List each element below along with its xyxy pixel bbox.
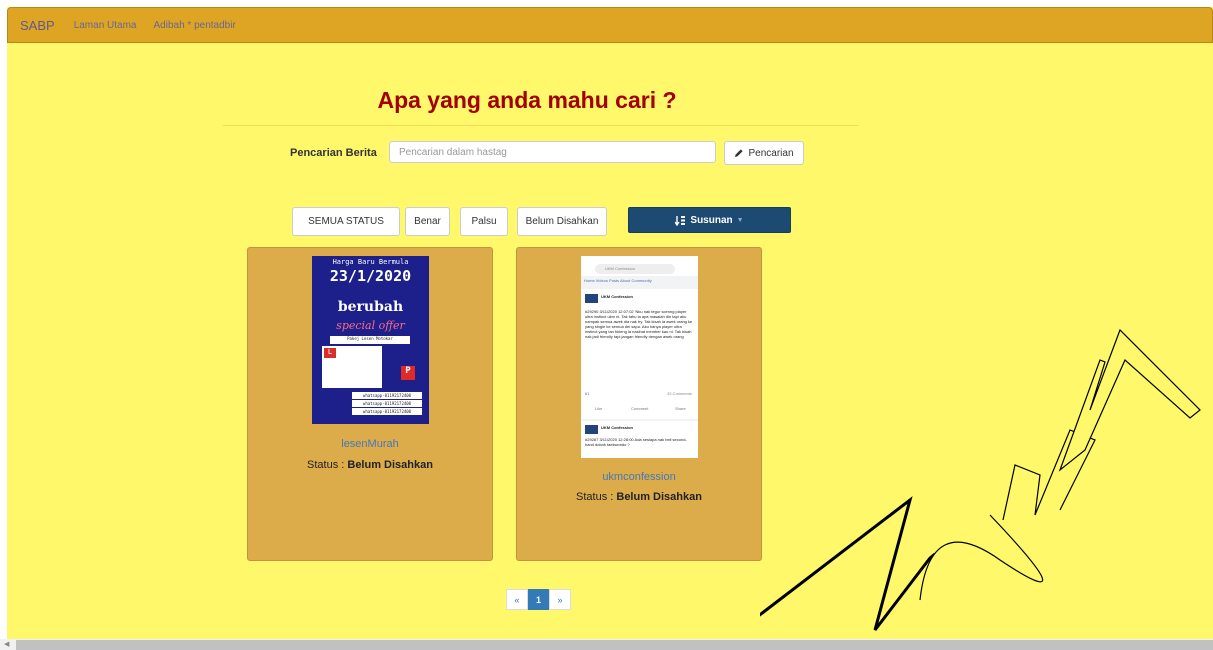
filter-true-button[interactable]: Benar [405,207,450,236]
thumb-text: Harga Baru Bermula [332,258,409,266]
thumb-text: Home Videos Posts About Community [584,278,652,283]
status-value: Belum Disahkan [347,459,433,471]
thumb-text: berubah [337,299,404,315]
navbar: SABP Laman Utama Adibah * pentadbir [7,7,1213,43]
status-value: Belum Disahkan [616,491,702,503]
nav-link-user[interactable]: Adibah * pentadbir [154,20,236,31]
scrollbar-thumb[interactable] [16,640,1213,650]
pager-prev-button[interactable]: « [506,589,528,610]
card-status: Status : Belum Disahkan [248,459,492,471]
filter-all-button[interactable]: SEMUA STATUS [292,207,400,236]
search-label: Pencarian Berita [290,147,377,159]
thumb-text: UKM Confession [595,264,675,274]
nav-link-home[interactable]: Laman Utama [74,20,137,31]
card-title-link[interactable]: lesenMurah [248,438,492,450]
thumb-text: #29290 3/11/2020 12:07:02 'Nku nak tegur… [585,309,693,339]
search-input[interactable] [389,141,716,163]
filter-false-button[interactable]: Palsu [460,207,508,236]
news-card[interactable]: Harga Baru Bermula 23/1/2020 berubah spe… [247,247,493,561]
card-status: Status : Belum Disahkan [517,491,761,503]
thumb-text: Share [675,406,686,411]
thumb-text: UKM Confession [601,294,633,299]
thumb-graphic: UKM Confession #29290 3/11/2020 12:07:02… [581,289,698,419]
horizontal-scrollbar[interactable]: ◀ [0,639,1213,650]
thumb-text: 33 Comments [667,391,692,396]
card-thumbnail[interactable]: UKM Confession Home Videos Posts About C… [581,256,698,458]
thumb-text: special offer [336,319,405,332]
card-title-link[interactable]: ukmconfession [517,471,761,483]
news-card[interactable]: UKM Confession Home Videos Posts About C… [516,247,762,561]
thumb-graphic: UKM Confession #29287 3/11/2020 12:28:00… [581,421,698,458]
thumb-text: whatsapp-01192172400 [352,392,422,399]
status-label: Status : [307,459,348,471]
pagination: « 1 » [506,589,571,610]
search-button-label: Pencarian [748,147,794,159]
scroll-left-icon[interactable]: ◀ [4,639,9,650]
pager-page-button[interactable]: 1 [528,589,549,610]
thumb-text: Like [595,406,603,411]
sort-label: Susunan [690,214,733,226]
status-label: Status : [576,491,617,503]
thumb-text: Comment [631,406,649,411]
thumb-text: Pakej Lesen Motokar [330,336,410,344]
pager-next-button[interactable]: » [549,589,571,610]
brand-link[interactable]: SABP [20,18,55,33]
thumb-text: UKM Confession [601,425,633,430]
thumb-graphic [585,425,598,434]
thumb-text: whatsapp-01192172400 [352,400,422,407]
thumb-graphic [585,294,598,303]
sort-dropdown-button[interactable]: Susunan ▼ [628,207,791,233]
card-thumbnail[interactable]: Harga Baru Bermula 23/1/2020 berubah spe… [312,256,429,424]
thumb-text: 23/1/2020 [329,267,412,285]
thumb-graphic: P [401,366,415,380]
pencil-icon [735,149,744,157]
search-button[interactable]: Pencarian [724,141,804,165]
thumb-text: #29287 3/11/2020 12:28:00 Ada sesiapa na… [585,437,687,447]
page-title: Apa yang anda mahu cari ? [377,87,677,113]
page: SABP Laman Utama Adibah * pentadbir Apa … [7,7,1213,639]
thumb-graphic: L [324,348,336,358]
filter-pending-button[interactable]: Belum Disahkan [517,207,607,236]
caret-down-icon: ▼ [736,216,744,224]
thumb-contacts: whatsapp-01192172400 whatsapp-0119217240… [352,392,422,422]
sort-icon [675,215,686,226]
divider [223,125,859,126]
thumb-text: whatsapp-01192172400 [352,408,422,415]
